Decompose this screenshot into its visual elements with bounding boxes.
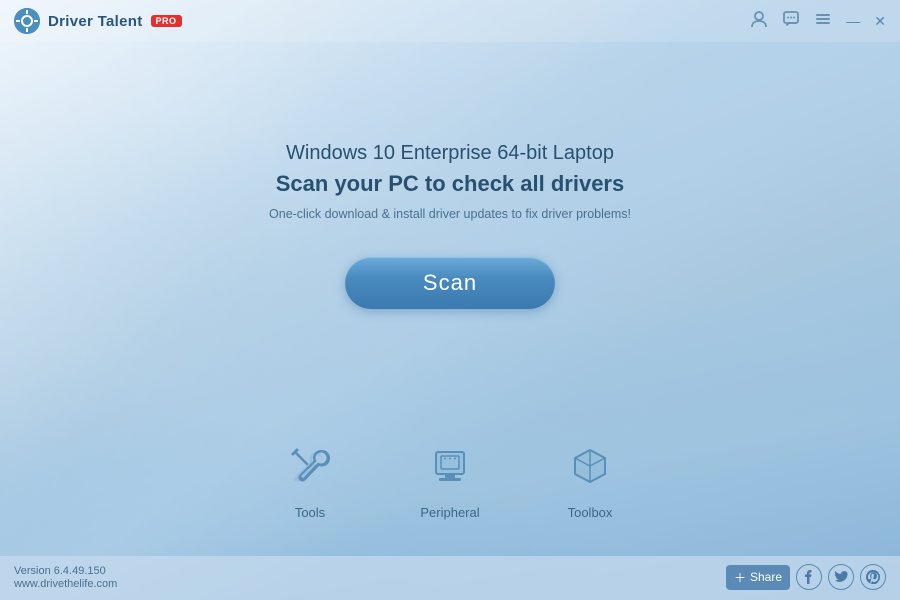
facebook-icon[interactable] <box>796 564 822 590</box>
peripheral-label: Peripheral <box>420 505 479 520</box>
footer-info: Version 6.4.49.150 www.drivethelife.com <box>14 565 117 590</box>
toolbox-label: Toolbox <box>568 505 613 520</box>
share-button[interactable]: ＋ Share <box>726 565 790 590</box>
peripheral-icon-item[interactable]: Peripheral <box>420 437 480 520</box>
share-label: Share <box>750 570 782 584</box>
main-content: Windows 10 Enterprise 64-bit Laptop Scan… <box>0 42 900 309</box>
toolbox-icon-item[interactable]: Toolbox <box>560 437 620 520</box>
twitter-icon[interactable] <box>828 564 854 590</box>
titlebar-right: — ✕ <box>750 10 886 33</box>
menu-icon[interactable] <box>814 10 832 33</box>
subheadline: Scan your PC to check all drivers <box>276 171 624 197</box>
titlebar: Driver Talent PRO <box>0 0 900 42</box>
tools-label: Tools <box>295 505 325 520</box>
peripheral-icon <box>420 437 480 497</box>
user-icon[interactable] <box>750 10 768 33</box>
pro-badge: PRO <box>151 15 182 27</box>
tools-icon <box>280 437 340 497</box>
scan-button[interactable]: Scan <box>345 257 555 309</box>
headline: Windows 10 Enterprise 64-bit Laptop <box>286 142 614 165</box>
chat-icon[interactable] <box>782 10 800 33</box>
footer: Version 6.4.49.150 www.drivethelife.com … <box>0 556 900 600</box>
toolbox-icon <box>560 437 620 497</box>
version-text: Version 6.4.49.150 <box>14 565 117 577</box>
footer-social: ＋ Share <box>726 564 886 590</box>
share-plus-icon: ＋ <box>734 569 746 586</box>
bottom-icons: Tools Peripheral Toolb <box>0 437 900 520</box>
description: One-click download & install driver upda… <box>269 207 631 221</box>
app-title: Driver Talent <box>48 13 143 30</box>
pinterest-icon[interactable] <box>860 564 886 590</box>
website-text: www.drivethelife.com <box>14 578 117 590</box>
minimize-button[interactable]: — <box>846 13 860 29</box>
app-icon <box>14 8 40 34</box>
titlebar-left: Driver Talent PRO <box>14 8 182 34</box>
tools-icon-item[interactable]: Tools <box>280 437 340 520</box>
close-button[interactable]: ✕ <box>874 13 886 30</box>
